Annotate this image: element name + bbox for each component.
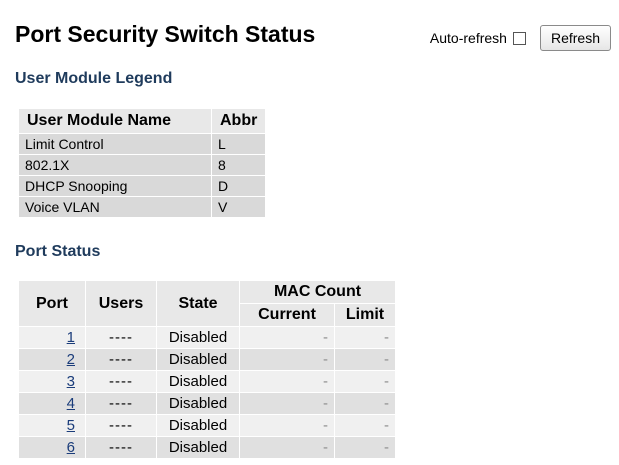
port-cell: 1 — [18, 326, 86, 349]
users-cell: ---- — [85, 414, 157, 437]
legend-header-row: User Module Name Abbr — [18, 108, 267, 134]
port-cell: 2 — [18, 348, 86, 371]
mac-limit-cell: - — [334, 436, 396, 459]
port-cell: 5 — [18, 414, 86, 437]
port-link[interactable]: 3 — [67, 373, 75, 390]
legend-module-abbr: V — [210, 196, 267, 218]
state-cell: Disabled — [156, 326, 240, 349]
legend-row: DHCP Snooping D — [18, 175, 267, 197]
mac-limit-cell: - — [334, 392, 396, 415]
port-link[interactable]: 5 — [67, 417, 75, 434]
users-cell: ---- — [85, 392, 157, 415]
users-cell: ---- — [85, 348, 157, 371]
mac-limit-cell: - — [334, 370, 396, 393]
port-cell: 4 — [18, 392, 86, 415]
state-cell: Disabled — [156, 392, 240, 415]
legend-module-abbr: 8 — [210, 154, 267, 176]
port-row: 4 ---- Disabled - - — [18, 392, 396, 415]
state-cell: Disabled — [156, 436, 240, 459]
legend-section-title: User Module Legend — [15, 70, 173, 87]
port-row: 2 ---- Disabled - - — [18, 348, 396, 371]
refresh-bar: Auto-refresh Refresh — [430, 25, 611, 51]
mac-current-cell: - — [239, 392, 335, 415]
port-row: 6 ---- Disabled - - — [18, 436, 396, 459]
users-cell: ---- — [85, 326, 157, 349]
port-link[interactable]: 4 — [67, 395, 75, 412]
legend-module-abbr: D — [210, 175, 267, 197]
legend-row: Limit Control L — [18, 133, 267, 155]
refresh-button[interactable]: Refresh — [539, 25, 611, 51]
mac-current-cell: - — [239, 436, 335, 459]
port-row: 1 ---- Disabled - - — [18, 326, 396, 349]
port-link[interactable]: 6 — [67, 439, 75, 456]
legend-module-abbr: L — [210, 133, 267, 155]
mac-limit-cell: - — [334, 348, 396, 371]
port-header-current: Current — [239, 303, 335, 327]
legend-module-name: DHCP Snooping — [18, 175, 212, 197]
port-cell: 6 — [18, 436, 86, 459]
users-cell: ---- — [85, 370, 157, 393]
port-link[interactable]: 2 — [67, 351, 75, 368]
port-header-mac-count: MAC Count — [239, 280, 396, 304]
auto-refresh-checkbox[interactable] — [512, 31, 526, 45]
port-header-users: Users — [85, 280, 157, 327]
port-link[interactable]: 1 — [67, 329, 75, 346]
port-row: 3 ---- Disabled - - — [18, 370, 396, 393]
page-title: Port Security Switch Status — [15, 21, 316, 47]
mac-current-cell: - — [239, 326, 335, 349]
mac-current-cell: - — [239, 370, 335, 393]
users-cell: ---- — [85, 436, 157, 459]
port-header-limit: Limit — [334, 303, 396, 327]
port-status-section-title: Port Status — [15, 243, 101, 260]
port-header-state: State — [156, 280, 240, 327]
port-status-table: Port Users State MAC Count Current Limit… — [18, 280, 396, 459]
legend-module-name: Limit Control — [18, 133, 212, 155]
mac-limit-cell: - — [334, 414, 396, 437]
state-cell: Disabled — [156, 414, 240, 437]
port-row: 5 ---- Disabled - - — [18, 414, 396, 437]
port-header-row: Port Users State MAC Count — [18, 280, 396, 327]
legend-row: 802.1X 8 — [18, 154, 267, 176]
user-module-legend-table: User Module Name Abbr Limit Control L 80… — [18, 108, 267, 218]
legend-row: Voice VLAN V — [18, 196, 267, 218]
legend-module-name: Voice VLAN — [18, 196, 212, 218]
state-cell: Disabled — [156, 348, 240, 371]
legend-header-name: User Module Name — [18, 108, 212, 134]
mac-current-cell: - — [239, 348, 335, 371]
auto-refresh-label: Auto-refresh — [429, 30, 507, 46]
legend-module-name: 802.1X — [18, 154, 212, 176]
legend-header-abbr: Abbr — [210, 108, 267, 134]
mac-current-cell: - — [239, 414, 335, 437]
mac-limit-cell: - — [334, 326, 396, 349]
state-cell: Disabled — [156, 370, 240, 393]
port-cell: 3 — [18, 370, 86, 393]
port-header-port: Port — [18, 280, 86, 327]
